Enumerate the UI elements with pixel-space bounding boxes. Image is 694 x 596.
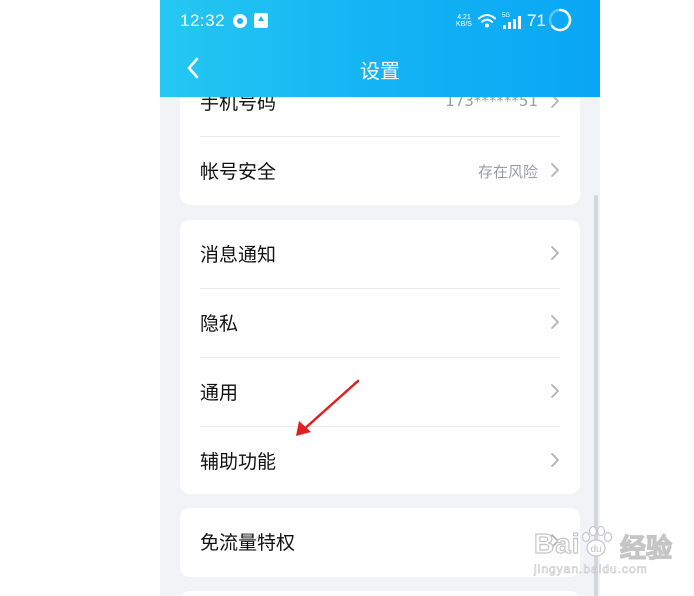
network-speed-unit: KB/S [456, 21, 472, 28]
settings-row-privacy[interactable]: 隐私 [200, 289, 560, 358]
battery-level: 71 [527, 11, 546, 30]
status-bar: 12:32 4.21 KB/S 5G 71 [160, 0, 600, 42]
account-security-status: 存在风险 [477, 163, 538, 181]
row-label-privacy: 隐私 [200, 313, 239, 335]
settings-row-account-security[interactable]: 帐号安全 存在风险 [200, 137, 560, 205]
row-label-account-security: 帐号安全 [200, 161, 277, 183]
next-card-peek [180, 591, 580, 596]
wifi-icon [478, 14, 496, 28]
row-label-notifications: 消息通知 [200, 244, 277, 266]
settings-row-general[interactable]: 通用 [200, 358, 560, 427]
settings-row-free-data[interactable]: 免流量特权 [200, 508, 560, 576]
screenshot-stage: 手机号码 173******51 帐号安全 存在风险 消息通知 隐私 通用 辅助… [0, 0, 694, 596]
row-label-free-data: 免流量特权 [200, 532, 296, 554]
row-label-general: 通用 [200, 382, 239, 404]
status-time: 12:32 [180, 11, 226, 30]
chevron-right-icon [551, 246, 559, 260]
cellular-signal-icon [503, 16, 521, 29]
app-notification-icon [233, 14, 247, 28]
settings-screen: 手机号码 173******51 帐号安全 存在风险 消息通知 隐私 通用 辅助… [160, 0, 600, 596]
chevron-right-icon [551, 453, 559, 467]
watermark-brand-right: 经验 [619, 533, 673, 564]
network-speed-value: 4.21 [457, 14, 471, 21]
upload-notification-icon [254, 13, 268, 28]
network-speed: 4.21 KB/S [454, 14, 474, 28]
settings-row-accessibility[interactable]: 辅助功能 [200, 427, 560, 494]
header-bar: 12:32 4.21 KB/S 5G 71 设置 [160, 0, 600, 97]
navigation-bar: 设置 [160, 42, 600, 97]
chevron-right-icon [551, 315, 559, 329]
settings-row-notifications[interactable]: 消息通知 [200, 220, 560, 289]
chevron-right-icon [551, 534, 559, 548]
chevron-right-icon [551, 163, 559, 177]
general-card: 消息通知 隐私 通用 辅助功能 [180, 220, 580, 494]
data-card: 免流量特权 [180, 508, 580, 577]
battery-ring-icon [548, 8, 572, 32]
chevron-right-icon [551, 384, 559, 398]
row-label-accessibility: 辅助功能 [200, 451, 277, 473]
page-title: 设置 [360, 59, 400, 83]
scrollbar[interactable] [594, 195, 598, 596]
